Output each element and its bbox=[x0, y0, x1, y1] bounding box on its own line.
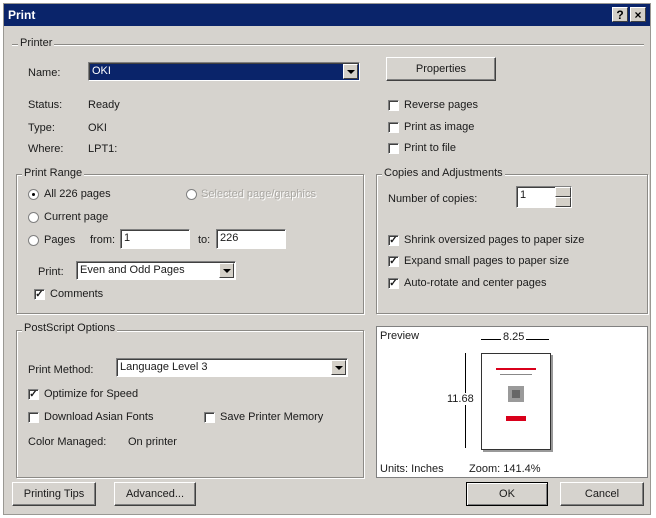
preview-width: 8.25 bbox=[501, 331, 527, 343]
ok-button[interactable]: OK bbox=[466, 482, 548, 506]
print-method-value: Language Level 3 bbox=[120, 361, 208, 373]
current-page-label[interactable]: Current page bbox=[44, 211, 108, 223]
type-label: Type: bbox=[28, 122, 55, 134]
preview-height: 11.68 bbox=[447, 393, 474, 405]
print-as-image-checkbox[interactable] bbox=[388, 122, 399, 133]
print-to-file-label[interactable]: Print to file bbox=[404, 142, 456, 154]
all-pages-label[interactable]: All 226 pages bbox=[44, 188, 111, 200]
page-thumbnail-art bbox=[496, 368, 536, 421]
print-subset-select[interactable]: Even and Odd Pages bbox=[76, 261, 236, 280]
postscript-group bbox=[16, 330, 364, 478]
copies-label: Copies and Adjustments bbox=[382, 167, 505, 179]
optimize-checkbox[interactable]: ✓ bbox=[28, 389, 39, 400]
autorotate-checkbox[interactable]: ✓ bbox=[388, 278, 399, 289]
all-pages-radio[interactable] bbox=[28, 189, 39, 200]
preview-panel: Preview 8.25 11.68 Units: Inches Zoom: 1… bbox=[376, 326, 648, 478]
from-input[interactable]: 1 bbox=[120, 229, 190, 249]
save-memory-checkbox[interactable] bbox=[204, 412, 215, 423]
expand-label[interactable]: Expand small pages to paper size bbox=[404, 255, 569, 267]
printer-group-label: Printer bbox=[18, 37, 55, 49]
from-label: from: bbox=[90, 234, 116, 246]
close-button[interactable]: × bbox=[630, 7, 646, 22]
copies-up-button[interactable] bbox=[555, 187, 571, 197]
copies-down-button[interactable] bbox=[555, 197, 571, 207]
comments-label[interactable]: Comments bbox=[50, 288, 103, 300]
color-managed-label: Color Managed: bbox=[28, 436, 107, 448]
type-value: OKI bbox=[88, 122, 107, 134]
print-as-image-label[interactable]: Print as image bbox=[404, 121, 474, 133]
window-title: Print bbox=[8, 8, 36, 22]
print-range-label: Print Range bbox=[22, 167, 85, 179]
pages-label[interactable]: Pages bbox=[44, 234, 75, 246]
where-value: LPT1: bbox=[88, 143, 118, 155]
download-fonts-label[interactable]: Download Asian Fonts bbox=[44, 411, 153, 423]
color-managed-value: On printer bbox=[128, 436, 177, 448]
status-value: Ready bbox=[88, 99, 120, 111]
print-method-label: Print Method: bbox=[28, 364, 94, 376]
chevron-down-icon[interactable] bbox=[219, 263, 234, 278]
print-subset-value: Even and Odd Pages bbox=[80, 264, 185, 276]
optimize-label[interactable]: Optimize for Speed bbox=[44, 388, 138, 400]
cancel-button[interactable]: Cancel bbox=[560, 482, 644, 506]
printer-name-select[interactable]: OKI bbox=[88, 62, 360, 81]
chevron-down-icon[interactable] bbox=[343, 64, 358, 79]
title-bar[interactable]: Print ? × bbox=[4, 4, 650, 26]
shrink-checkbox[interactable]: ✓ bbox=[388, 235, 399, 246]
postscript-label: PostScript Options bbox=[22, 322, 118, 334]
copies-value: 1 bbox=[520, 189, 527, 201]
help-button[interactable]: ? bbox=[612, 7, 628, 22]
page-thumbnail bbox=[481, 353, 551, 450]
reverse-pages-checkbox[interactable] bbox=[388, 100, 399, 111]
expand-checkbox[interactable]: ✓ bbox=[388, 256, 399, 267]
properties-button[interactable]: Properties bbox=[386, 57, 496, 81]
printing-tips-button[interactable]: Printing Tips bbox=[12, 482, 96, 506]
download-fonts-checkbox[interactable] bbox=[28, 412, 39, 423]
name-label: Name: bbox=[28, 67, 61, 79]
advanced-button[interactable]: Advanced... bbox=[114, 482, 196, 506]
current-page-radio[interactable] bbox=[28, 212, 39, 223]
selected-graphics-radio bbox=[186, 189, 197, 200]
to-input[interactable]: 226 bbox=[216, 229, 286, 249]
selected-graphics-label: Selected page/graphics bbox=[201, 188, 316, 200]
print-dialog: Print ? × Printer Name: OKI Properties S… bbox=[3, 3, 651, 515]
number-of-copies-label: Number of copies: bbox=[388, 193, 478, 205]
chevron-down-icon[interactable] bbox=[331, 360, 346, 375]
pages-radio[interactable] bbox=[28, 235, 39, 246]
printer-name-value: OKI bbox=[92, 65, 111, 77]
print-to-file-checkbox[interactable] bbox=[388, 143, 399, 154]
preview-label: Preview bbox=[380, 330, 420, 342]
preview-zoom: Zoom: 141.4% bbox=[469, 463, 541, 475]
where-label: Where: bbox=[28, 143, 64, 155]
preview-units: Units: Inches bbox=[380, 463, 444, 475]
save-memory-label[interactable]: Save Printer Memory bbox=[220, 411, 323, 423]
print-method-select[interactable]: Language Level 3 bbox=[116, 358, 348, 377]
autorotate-label[interactable]: Auto-rotate and center pages bbox=[404, 277, 546, 289]
to-label: to: bbox=[198, 234, 211, 246]
comments-checkbox[interactable]: ✓ bbox=[34, 289, 45, 300]
print-subset-label: Print: bbox=[38, 266, 64, 278]
shrink-label[interactable]: Shrink oversized pages to paper size bbox=[404, 234, 584, 246]
reverse-pages-label[interactable]: Reverse pages bbox=[404, 99, 478, 111]
status-label: Status: bbox=[28, 99, 63, 111]
